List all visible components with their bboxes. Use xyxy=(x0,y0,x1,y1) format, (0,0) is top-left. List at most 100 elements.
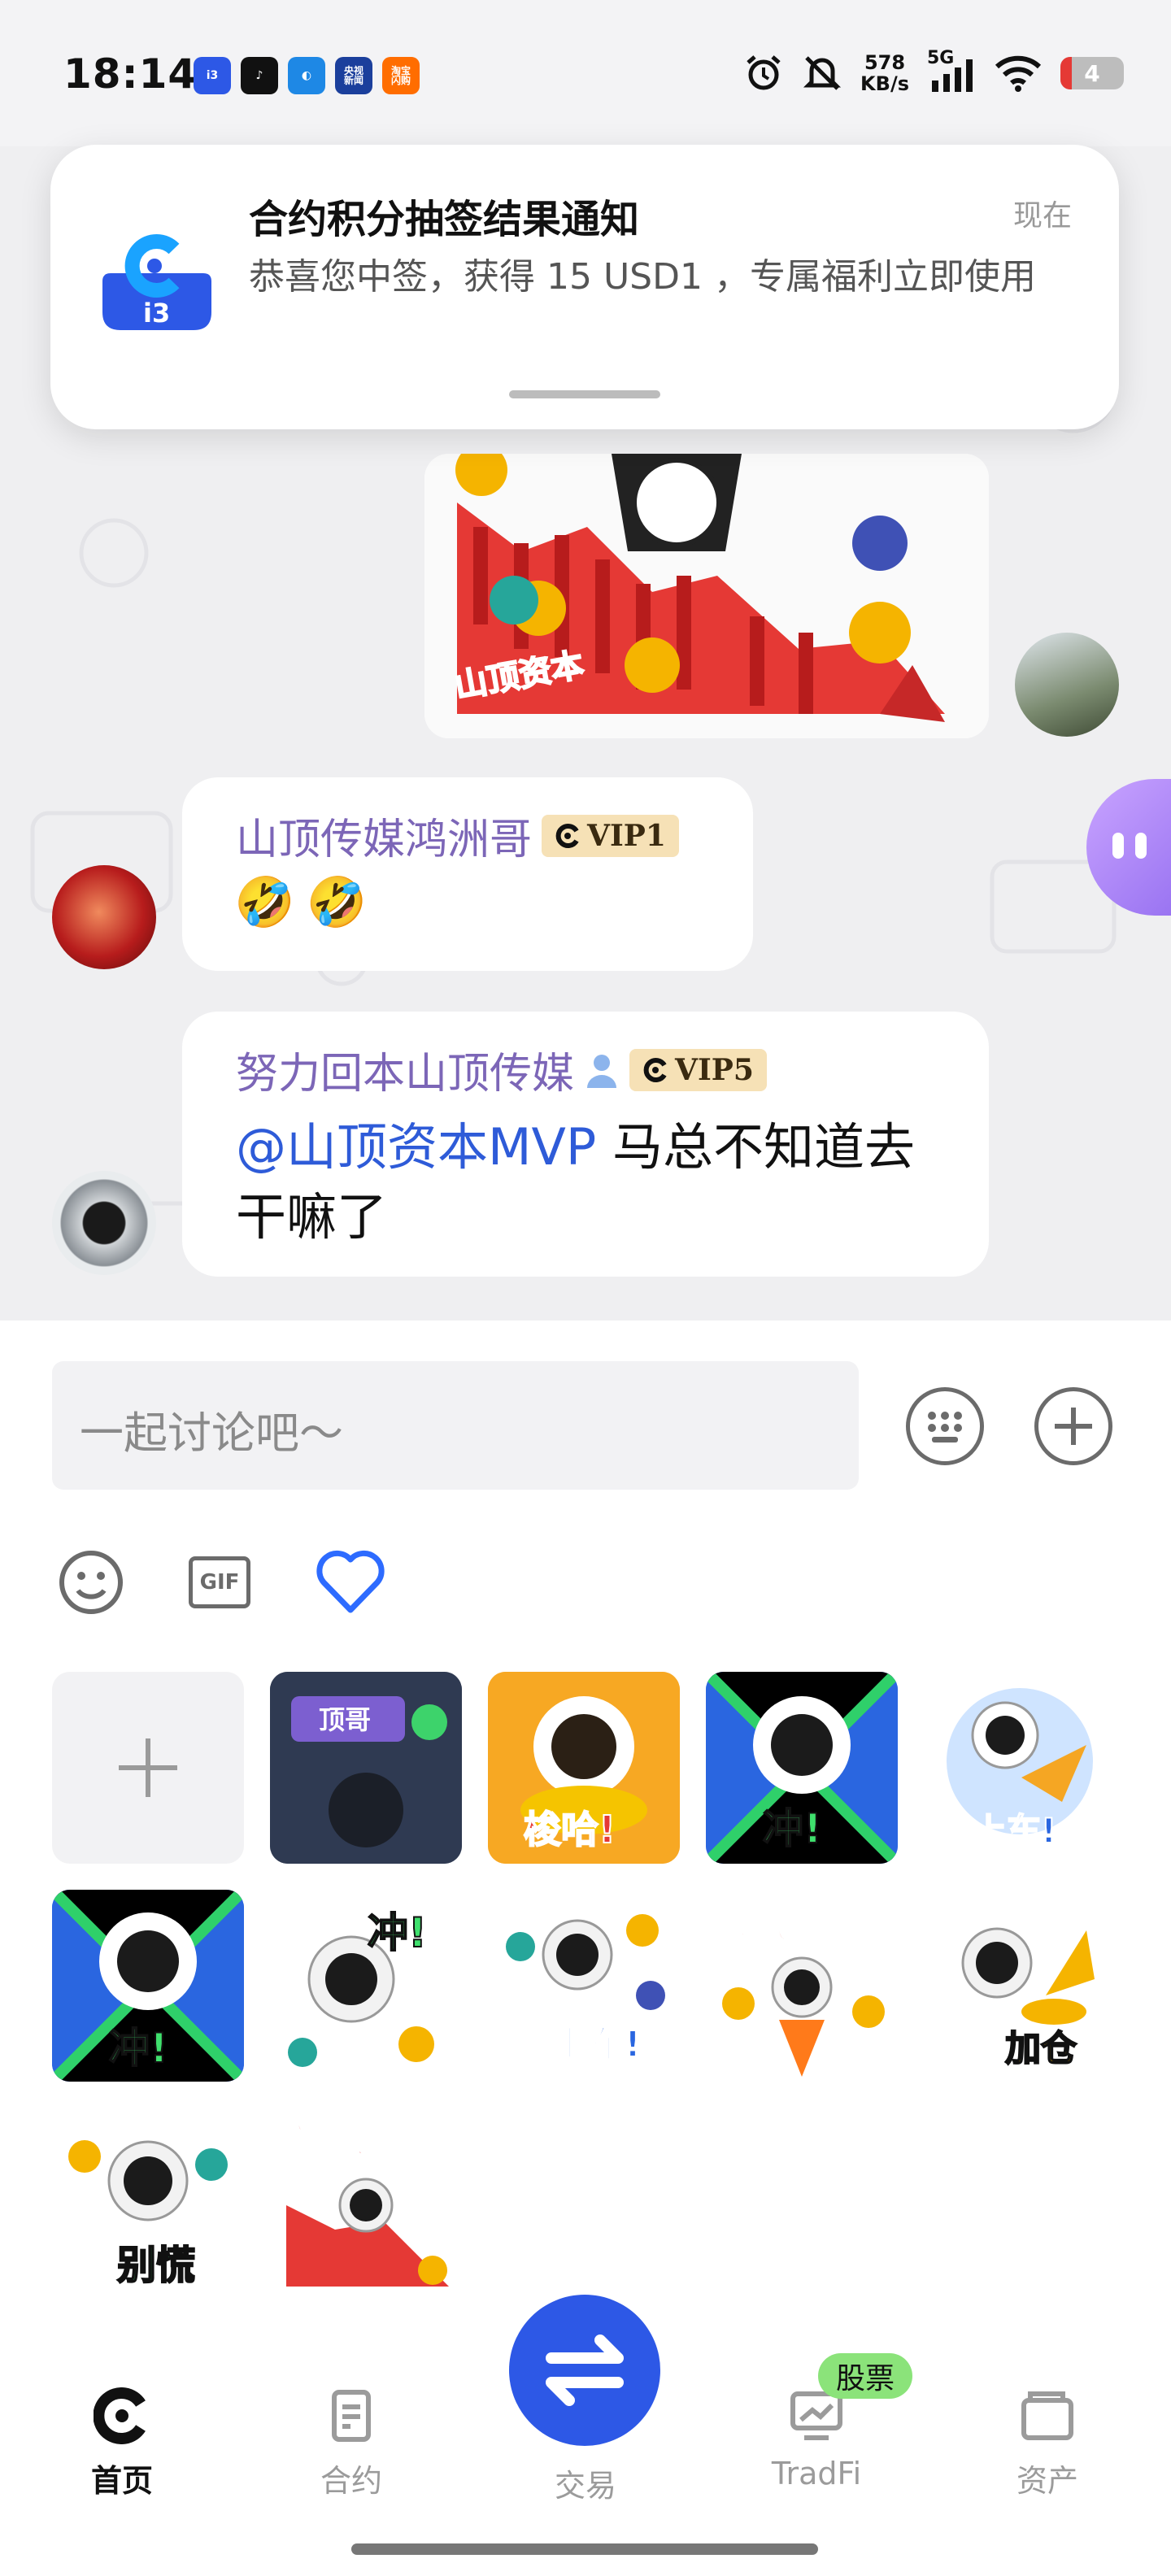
keyboard-button[interactable] xyxy=(906,1387,984,1465)
sticker-item[interactable]: 梭哈! xyxy=(488,1672,680,1864)
sticker-item[interactable]: 上车! xyxy=(488,1890,680,2082)
home-indicator[interactable] xyxy=(351,2543,818,2555)
plus-icon xyxy=(1055,1408,1092,1445)
laughing-emoji: 🤣 xyxy=(306,874,368,931)
status-app-icons: i3 ♪ ◐ 央视 新闻 淘宝 闪购 xyxy=(194,57,420,94)
sticker-item[interactable]: 冲! xyxy=(52,1890,244,2082)
emoji-tab-icon[interactable] xyxy=(57,1548,125,1617)
signal-icon: 5G xyxy=(927,48,976,94)
status-bar: 18:14 i3 ♪ ◐ 央视 新闻 淘宝 闪购 578 KB/s 5G 4 xyxy=(0,0,1171,146)
nav-home-label: 首页 xyxy=(90,2463,153,2499)
svg-text:冲!: 冲! xyxy=(109,2025,168,2072)
vip-badge: VIP1 xyxy=(542,814,679,857)
my-avatar[interactable] xyxy=(1015,633,1119,737)
user-avatar[interactable] xyxy=(52,1171,156,1275)
message-header: 努力回本山顶传媒 VIP5 xyxy=(236,1039,767,1100)
net-speed-value: 578 xyxy=(864,51,906,74)
message-username[interactable]: 努力回本山顶传媒 xyxy=(236,1039,574,1100)
message-bubble[interactable]: 努力回本山顶传媒 VIP5 @山顶资本MVP 马总不知道去干嘛了 xyxy=(182,1012,989,1277)
message-bubble[interactable]: 山顶传媒鸿洲哥 VIP1 🤣 🤣 xyxy=(182,777,753,971)
sticker-image-message[interactable]: 山顶资本 xyxy=(424,454,989,738)
keyboard-icon xyxy=(928,1412,962,1442)
vip-level: VIP5 xyxy=(675,1052,754,1087)
sticker-item[interactable]: 别慌 xyxy=(52,2108,244,2300)
sticker-image: 空军必胜 xyxy=(270,2108,462,2300)
favorites-heart-icon[interactable] xyxy=(316,1550,385,1615)
sticker-item[interactable]: 上车! xyxy=(924,1672,1116,1864)
sticker-item[interactable]: 冲! xyxy=(270,1890,462,2082)
sticker-item[interactable]: 空军必胜 xyxy=(270,2108,462,2300)
nav-home[interactable]: 首页 xyxy=(41,2387,203,2500)
plus-more-button[interactable] xyxy=(1034,1387,1112,1465)
person-icon xyxy=(587,1054,617,1088)
svg-text:空军必胜: 空军必胜 xyxy=(283,2122,413,2160)
nav-assets-label: 资产 xyxy=(1016,2463,1078,2499)
message-header: 山顶传媒鸿洲哥 VIP1 xyxy=(236,805,679,866)
push-notification[interactable]: i3 合约积分抽签结果通知 现在 恭喜您中签，获得 15 USD1 ，专属福利立… xyxy=(50,145,1119,429)
sticker-item[interactable]: 冲! xyxy=(706,1672,898,1864)
vip-logo-icon xyxy=(555,823,579,848)
message-input[interactable]: 一起讨论吧～ xyxy=(52,1361,859,1490)
svg-text:加仓: 加仓 xyxy=(1005,2028,1077,2069)
svg-text:上车!: 上车! xyxy=(553,2024,641,2065)
sticker-image: 上车! xyxy=(924,1672,1116,1864)
mention-link[interactable]: @山顶资本MVP xyxy=(236,1117,596,1177)
stocks-badge: 股票 xyxy=(818,2353,912,2399)
wifi-icon xyxy=(995,55,1042,92)
emoji-content: 🤣 🤣 xyxy=(234,873,367,931)
user-avatar[interactable] xyxy=(52,865,156,969)
laughing-emoji: 🤣 xyxy=(234,874,295,931)
notification-title: 合约积分抽签结果通知 xyxy=(249,197,640,242)
sticker-image: 冲! xyxy=(270,1890,462,2082)
cctv-news-app-icon: 央视 新闻 xyxy=(335,57,372,94)
status-right: 578 KB/s 5G 4 xyxy=(743,48,1124,94)
sticker-item[interactable]: 加仓 xyxy=(924,1890,1116,2082)
sticker-image: 山顶资本 xyxy=(424,454,989,738)
input-panel: 一起讨论吧～ GIF 顶哥 梭哈! 冲! 上车! 冲! 冲! 上车! 起飞了 加… xyxy=(0,1321,1171,2322)
svg-text:上车!: 上车! xyxy=(973,1811,1056,1851)
home-logo-icon xyxy=(93,2387,146,2444)
trade-button[interactable] xyxy=(509,2295,660,2446)
network-type: 5G xyxy=(927,48,955,68)
nav-tradfi[interactable]: TradFi xyxy=(735,2387,898,2491)
sticker-item[interactable]: 顶哥 xyxy=(270,1672,462,1864)
notification-body: 恭喜您中签，获得 15 USD1 ，专属福利立即使用 xyxy=(249,256,1036,298)
status-time: 18:14 xyxy=(63,50,198,98)
message-username[interactable]: 山顶传媒鸿洲哥 xyxy=(236,805,532,866)
battery-indicator: 4 xyxy=(1060,57,1124,89)
sticker-item[interactable]: 起飞了 xyxy=(706,1890,898,2082)
alarm-icon xyxy=(747,55,781,90)
vip-badge: VIP5 xyxy=(629,1048,767,1091)
sticker-image: 起飞了 xyxy=(706,1890,898,2082)
add-sticker-button[interactable] xyxy=(52,1672,244,1864)
notification-time: 现在 xyxy=(1012,199,1072,233)
bottom-navigation: 首页 合约 交易 TradFi 股票 资产 xyxy=(0,2295,1171,2576)
nav-assets[interactable]: 资产 xyxy=(966,2387,1129,2500)
net-speed: 578 KB/s xyxy=(860,52,909,94)
svg-text:i3: i3 xyxy=(143,298,170,329)
sticker-image: 冲! xyxy=(52,1890,244,2082)
svg-text:冲!: 冲! xyxy=(763,1805,822,1852)
sticker-image: 冲! xyxy=(706,1672,898,1864)
tiktok-app-icon: ♪ xyxy=(241,57,278,94)
battery-level: 4 xyxy=(1084,59,1100,87)
sticker-image: 加仓 xyxy=(924,1890,1116,2082)
notification-handle[interactable] xyxy=(509,390,660,398)
plus-icon xyxy=(119,1738,177,1797)
svg-text:别慌: 别慌 xyxy=(117,2243,195,2288)
sticker-image: 顶哥 xyxy=(270,1672,462,1864)
nav-trade-label: 交易 xyxy=(554,2468,616,2504)
message-text: @山顶资本MVP 马总不知道去干嘛了 xyxy=(236,1112,951,1252)
mute-bell-icon xyxy=(803,56,842,90)
nav-tradfi-label: TradFi xyxy=(771,2456,862,2491)
svg-text:顶哥: 顶哥 xyxy=(319,1704,371,1735)
gif-tab[interactable]: GIF xyxy=(189,1556,250,1608)
nav-contract[interactable]: 合约 xyxy=(270,2387,433,2500)
wallet-icon xyxy=(1021,2391,1073,2440)
vip-logo-icon xyxy=(643,1057,667,1082)
browser-app-icon: ◐ xyxy=(288,57,325,94)
app-logo-icon: i3 xyxy=(102,234,211,330)
input-placeholder: 一起讨论吧～ xyxy=(80,1408,343,1459)
nav-trade-label-wrap[interactable]: 交易 xyxy=(504,2452,667,2505)
gif-tab-label: GIF xyxy=(199,1570,240,1595)
